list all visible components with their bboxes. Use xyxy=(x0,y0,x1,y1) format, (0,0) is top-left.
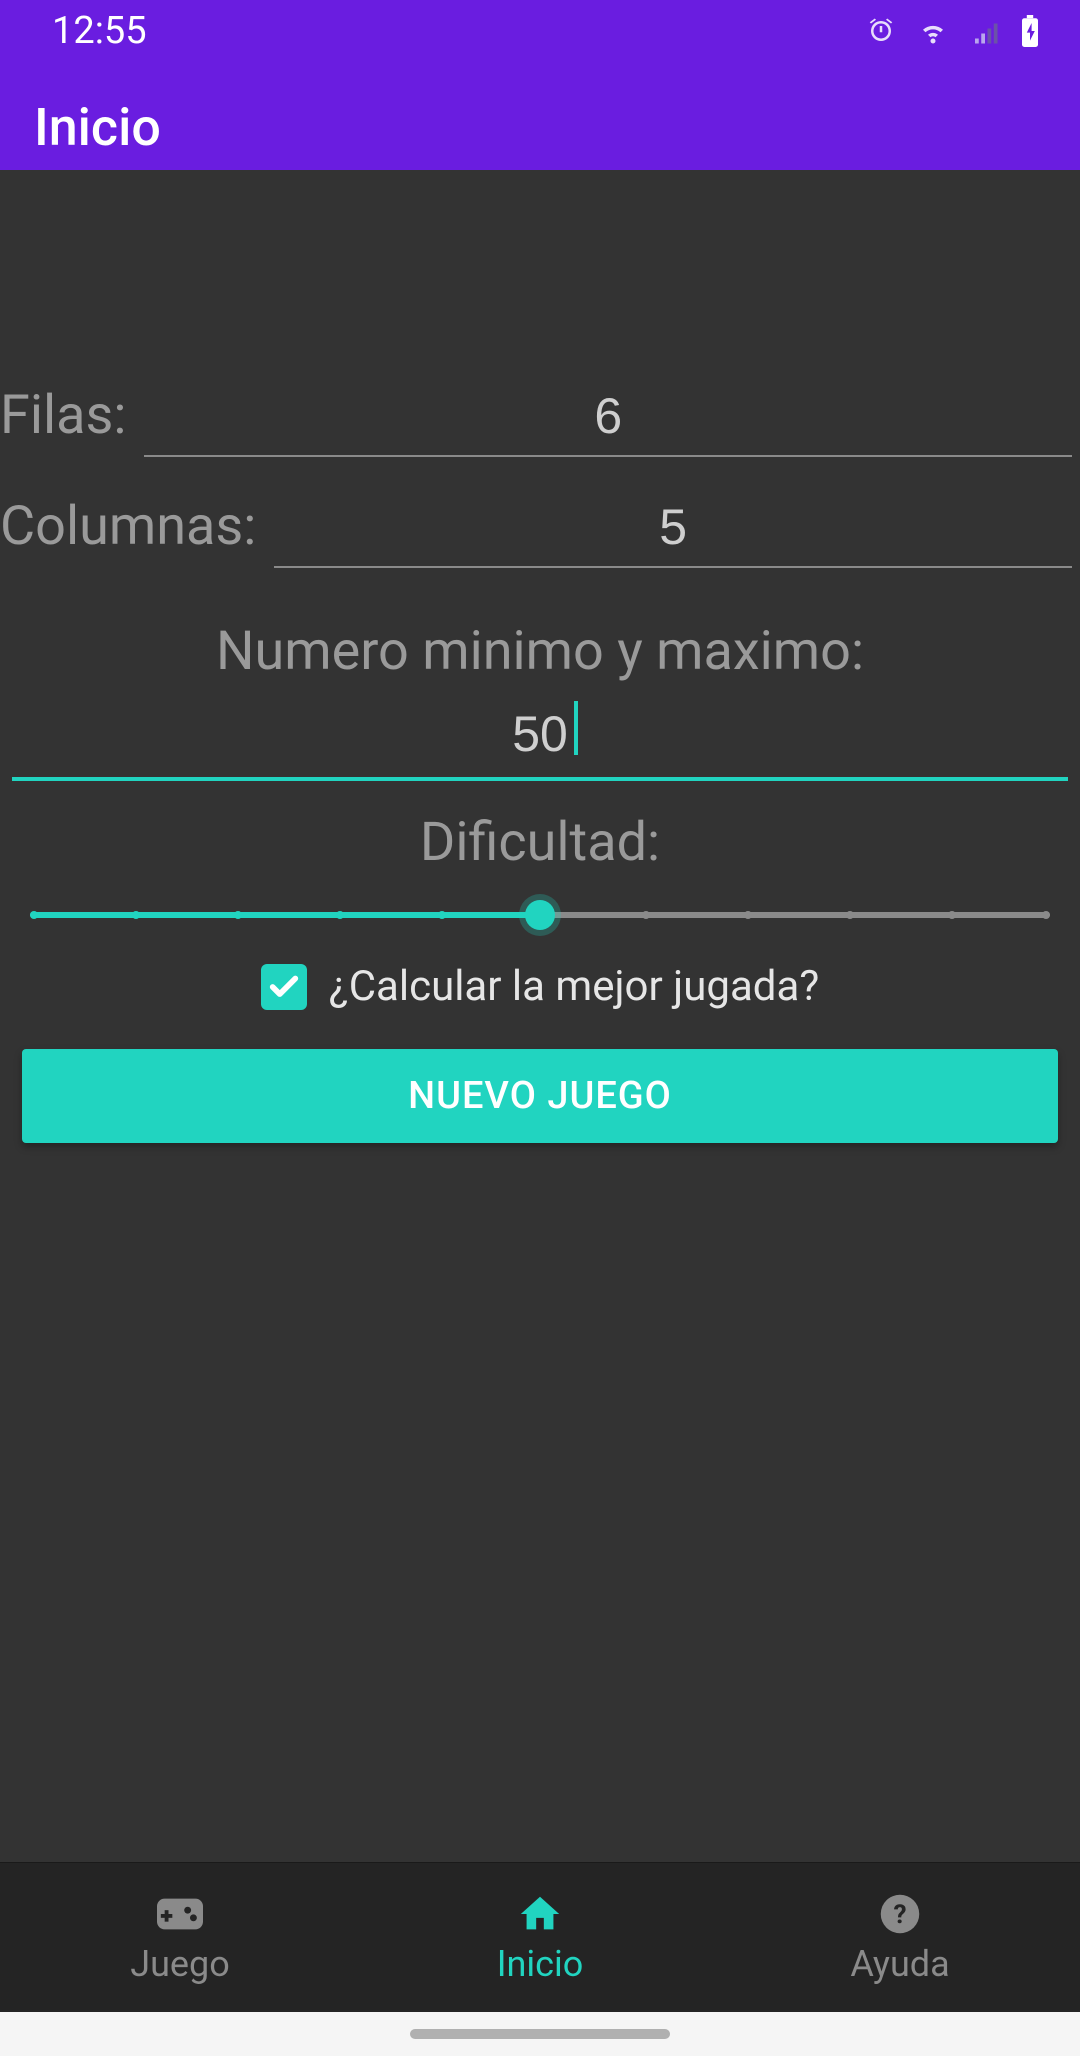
slider-tick xyxy=(1042,911,1050,919)
nav-item-ayuda[interactable]: ? Ayuda xyxy=(720,1863,1080,2012)
bottom-nav: Juego Inicio ? Ayuda xyxy=(0,1862,1080,2012)
cols-input[interactable] xyxy=(274,498,1072,568)
status-time: 12:55 xyxy=(52,9,147,53)
status-icons xyxy=(866,15,1040,47)
gamepad-icon xyxy=(157,1891,203,1937)
nav-label: Inicio xyxy=(497,1943,584,1985)
checkbox-label: ¿Calcular la mejor jugada? xyxy=(329,962,819,1011)
wifi-icon xyxy=(916,16,950,46)
cols-label: Columnas: xyxy=(0,495,256,558)
svg-text:?: ? xyxy=(893,1899,906,1929)
app-title: Inicio xyxy=(34,97,161,158)
nav-label: Juego xyxy=(130,1943,230,1985)
gesture-bar xyxy=(0,2012,1080,2056)
slider-tick xyxy=(132,911,140,919)
slider-tick xyxy=(846,911,854,919)
slider-tick xyxy=(948,911,956,919)
battery-charging-icon xyxy=(1020,15,1040,47)
rows-label: Filas: xyxy=(0,384,126,447)
slider-tick xyxy=(30,911,38,919)
minmax-label: Numero minimo y maximo: xyxy=(0,620,1080,683)
checkbox-row: ¿Calcular la mejor jugada? xyxy=(0,962,1080,1011)
slider-thumb[interactable] xyxy=(525,900,555,930)
slider-tick xyxy=(642,911,650,919)
minmax-field[interactable] xyxy=(12,693,1068,781)
minmax-input[interactable] xyxy=(12,693,1068,777)
calculate-checkbox[interactable] xyxy=(261,964,307,1010)
cols-row: Columnas: xyxy=(0,495,1080,568)
signal-icon xyxy=(970,16,1000,46)
help-icon: ? xyxy=(877,1891,923,1937)
rows-input[interactable] xyxy=(144,387,1072,457)
app-bar: Inicio xyxy=(0,62,1080,170)
slider-tick xyxy=(234,911,242,919)
main-content: Filas: Columnas: Numero minimo y maximo:… xyxy=(0,170,1080,1862)
nav-item-inicio[interactable]: Inicio xyxy=(360,1863,720,2012)
nav-label: Ayuda xyxy=(850,1943,949,1985)
home-icon xyxy=(517,1891,563,1937)
text-cursor xyxy=(574,701,578,755)
slider-tick xyxy=(744,911,752,919)
status-bar: 12:55 xyxy=(0,0,1080,62)
new-game-button[interactable]: NUEVO JUEGO xyxy=(22,1049,1058,1143)
slider-tick xyxy=(336,911,344,919)
new-game-button-label: NUEVO JUEGO xyxy=(408,1074,672,1118)
difficulty-label: Dificultad: xyxy=(0,811,1080,874)
gesture-pill[interactable] xyxy=(410,2029,670,2039)
rows-row: Filas: xyxy=(0,384,1080,457)
nav-item-juego[interactable]: Juego xyxy=(0,1863,360,2012)
difficulty-slider[interactable] xyxy=(30,894,1050,934)
alarm-icon xyxy=(866,16,896,46)
slider-fill xyxy=(30,912,540,918)
slider-tick xyxy=(438,911,446,919)
